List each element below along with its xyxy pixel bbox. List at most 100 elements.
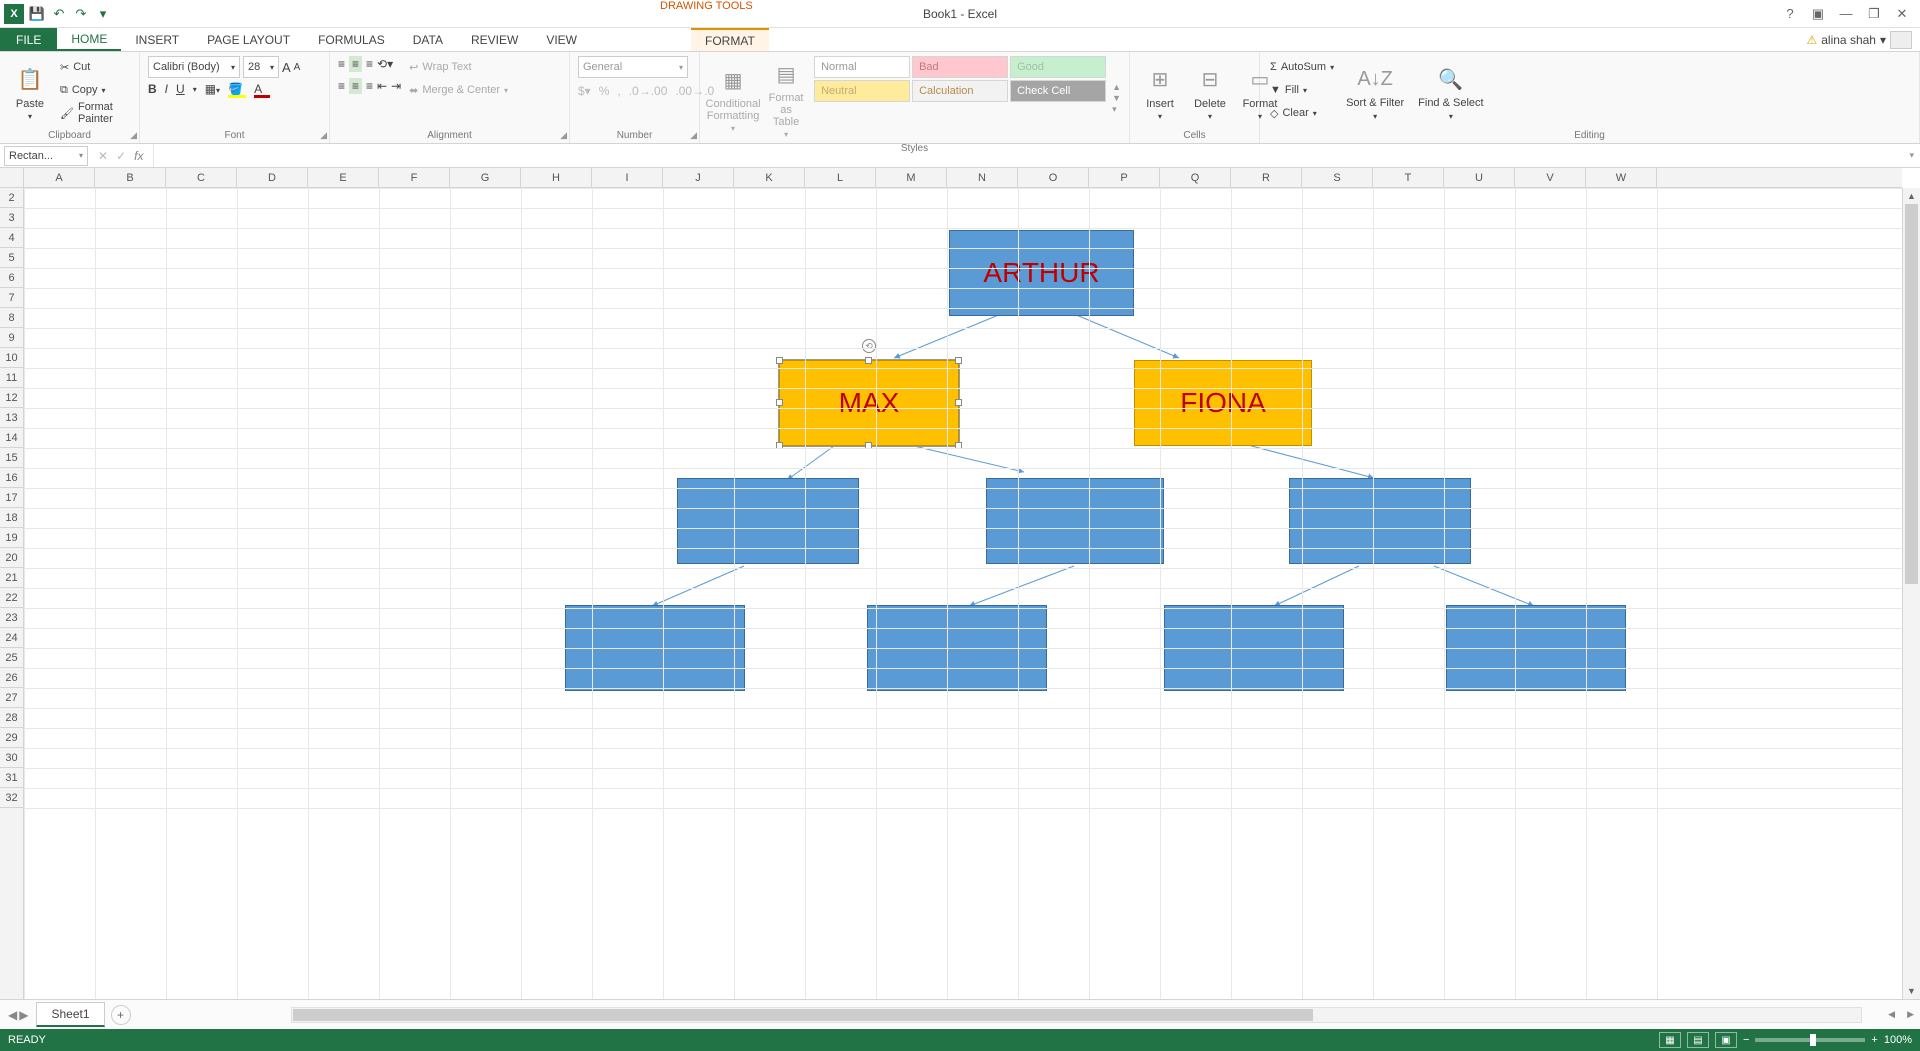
style-calculation[interactable]: Calculation (912, 80, 1008, 102)
column-header[interactable]: Q (1160, 168, 1231, 187)
shape-row3-1[interactable] (677, 478, 859, 564)
row-header[interactable]: 3 (0, 208, 23, 228)
font-name-select[interactable]: Calibri (Body)▾ (148, 56, 240, 78)
zoom-slider[interactable] (1755, 1038, 1865, 1042)
format-painter-button[interactable]: 🖌Format Painter (58, 102, 131, 124)
align-right-icon[interactable]: ≡ (366, 79, 373, 93)
zoom-in-icon[interactable]: + (1871, 1034, 1877, 1046)
row-header[interactable]: 24 (0, 628, 23, 648)
column-header[interactable]: R (1231, 168, 1302, 187)
fill-button[interactable]: ▼Fill▾ (1268, 79, 1336, 101)
tab-data[interactable]: DATA (399, 28, 457, 51)
row-header[interactable]: 2 (0, 188, 23, 208)
row-header[interactable]: 23 (0, 608, 23, 628)
row-header[interactable]: 32 (0, 788, 23, 808)
column-header[interactable]: K (734, 168, 805, 187)
row-header[interactable]: 22 (0, 588, 23, 608)
merge-center-button[interactable]: ⬌Merge & Center▾ (407, 79, 510, 101)
orientation-icon[interactable]: ⟲▾ (377, 57, 393, 71)
fill-color-icon[interactable]: 🪣 (228, 82, 246, 96)
sheet-nav-prev-icon[interactable]: ◀ (8, 1008, 17, 1022)
row-header[interactable]: 21 (0, 568, 23, 588)
row-header[interactable]: 20 (0, 548, 23, 568)
row-header[interactable]: 16 (0, 468, 23, 488)
column-header[interactable]: A (24, 168, 95, 187)
column-header[interactable]: V (1515, 168, 1586, 187)
align-middle-icon[interactable]: ≡ (349, 56, 362, 72)
underline-button[interactable]: U (176, 82, 185, 96)
column-header[interactable]: J (663, 168, 734, 187)
column-header[interactable]: G (450, 168, 521, 187)
scroll-up-icon[interactable]: ▲ (1903, 188, 1920, 204)
row-header[interactable]: 31 (0, 768, 23, 788)
column-header[interactable]: O (1018, 168, 1089, 187)
row-header[interactable]: 9 (0, 328, 23, 348)
sort-filter-button[interactable]: A↓ZSort & Filter▾ (1342, 56, 1408, 128)
redo-icon[interactable]: ↷ (72, 5, 90, 23)
paste-button[interactable]: 📋 Paste ▾ (8, 56, 52, 128)
view-page-break-icon[interactable]: ▣ (1715, 1032, 1737, 1048)
tab-view[interactable]: VIEW (532, 28, 591, 51)
column-header[interactable]: C (166, 168, 237, 187)
row-header[interactable]: 15 (0, 448, 23, 468)
qat-customize-icon[interactable]: ▾ (94, 5, 112, 23)
row-header[interactable]: 30 (0, 748, 23, 768)
scroll-down-icon[interactable]: ▼ (1903, 983, 1920, 999)
style-good[interactable]: Good (1010, 56, 1106, 78)
shape-arthur[interactable]: ARTHUR (949, 230, 1134, 316)
format-as-table-button[interactable]: ▤ Format as Table▾ (764, 56, 808, 141)
close-icon[interactable]: ✕ (1890, 4, 1914, 24)
row-header[interactable]: 10 (0, 348, 23, 368)
row-header[interactable]: 8 (0, 308, 23, 328)
column-headers[interactable]: ABCDEFGHIJKLMNOPQRSTUVW (24, 168, 1902, 188)
dialog-launcher-icon[interactable]: ◢ (130, 130, 137, 141)
column-header[interactable]: T (1373, 168, 1444, 187)
name-box[interactable]: Rectan...▾ (4, 146, 88, 166)
dialog-launcher-icon[interactable]: ◢ (320, 130, 327, 141)
account-menu-icon[interactable]: ▾ (1880, 33, 1886, 47)
column-header[interactable]: F (379, 168, 450, 187)
align-left-icon[interactable]: ≡ (338, 79, 345, 93)
tab-page-layout[interactable]: PAGE LAYOUT (193, 28, 304, 51)
tab-format[interactable]: FORMAT (691, 28, 769, 51)
column-header[interactable]: W (1586, 168, 1657, 187)
ribbon-options-icon[interactable]: ▣ (1806, 4, 1830, 24)
sheet-nav-next-icon[interactable]: ▶ (19, 1008, 28, 1022)
bold-button[interactable]: B (148, 82, 157, 96)
cut-button[interactable]: ✂Cut (58, 56, 131, 78)
undo-icon[interactable]: ↶ (50, 5, 68, 23)
styles-scroll-down-icon[interactable]: ▼ (1112, 93, 1121, 103)
row-header[interactable]: 6 (0, 268, 23, 288)
row-header[interactable]: 18 (0, 508, 23, 528)
column-header[interactable]: S (1302, 168, 1373, 187)
styles-more-icon[interactable]: ▾ (1112, 104, 1121, 115)
dialog-launcher-icon[interactable]: ◢ (560, 130, 567, 141)
select-all-button[interactable] (0, 168, 24, 188)
row-headers[interactable]: 2345678910111213141516171819202122232425… (0, 188, 24, 999)
find-select-button[interactable]: 🔍Find & Select▾ (1414, 56, 1487, 128)
row-header[interactable]: 12 (0, 388, 23, 408)
rotate-handle-icon[interactable]: ⟲ (862, 339, 876, 353)
account-area[interactable]: ⚠ alina shah ▾ (1806, 28, 1920, 51)
style-normal[interactable]: Normal (814, 56, 910, 78)
styles-scroll-up-icon[interactable]: ▲ (1112, 82, 1121, 92)
font-color-icon[interactable]: A (254, 82, 270, 96)
row-header[interactable]: 4 (0, 228, 23, 248)
column-header[interactable]: H (521, 168, 592, 187)
row-header[interactable]: 26 (0, 668, 23, 688)
avatar[interactable] (1890, 31, 1912, 49)
column-header[interactable]: M (876, 168, 947, 187)
view-page-layout-icon[interactable]: ▤ (1687, 1032, 1709, 1048)
fx-icon[interactable]: fx (134, 149, 143, 163)
cells-area[interactable]: ARTHUR MAX ⟲ FIONA (24, 188, 1902, 999)
add-sheet-button[interactable]: + (111, 1005, 131, 1025)
worksheet-grid[interactable]: ABCDEFGHIJKLMNOPQRSTUVW 2345678910111213… (0, 168, 1920, 999)
column-header[interactable]: P (1089, 168, 1160, 187)
row-header[interactable]: 29 (0, 728, 23, 748)
save-icon[interactable]: 💾 (28, 5, 46, 23)
row-header[interactable]: 14 (0, 428, 23, 448)
align-center-icon[interactable]: ≡ (349, 78, 362, 94)
view-normal-icon[interactable]: ▦ (1659, 1032, 1681, 1048)
sheet-nav[interactable]: ◀ ▶ (0, 1008, 36, 1022)
style-neutral[interactable]: Neutral (814, 80, 910, 102)
